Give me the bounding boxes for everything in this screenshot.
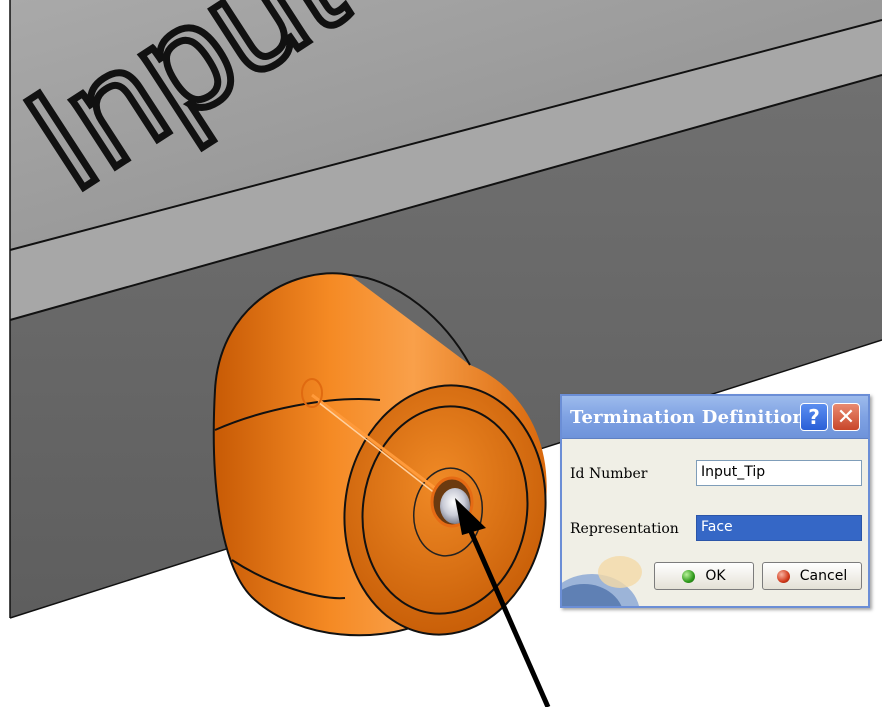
dialog-title-bar[interactable]: Termination Definition ? ✕ (562, 396, 868, 439)
close-icon[interactable]: ✕ (832, 403, 860, 431)
cancel-icon (776, 569, 790, 583)
catia-planet-logo (562, 554, 652, 606)
id-number-label: Id Number (570, 466, 648, 482)
termination-definition-dialog[interactable]: Termination Definition ? ✕ Id Number Inp… (560, 394, 870, 608)
dialog-title: Termination Definition (570, 407, 806, 428)
representation-input[interactable]: Face (696, 515, 862, 541)
representation-label: Representation (570, 521, 679, 537)
id-number-input[interactable]: Input_Tip (696, 460, 862, 486)
cancel-button[interactable]: Cancel (762, 562, 862, 590)
ok-button[interactable]: OK (654, 562, 754, 590)
help-icon[interactable]: ? (800, 403, 828, 431)
ok-icon (682, 569, 696, 583)
cad-viewport[interactable]: Input Termination Definition ? ✕ Id Numb… (0, 0, 882, 709)
